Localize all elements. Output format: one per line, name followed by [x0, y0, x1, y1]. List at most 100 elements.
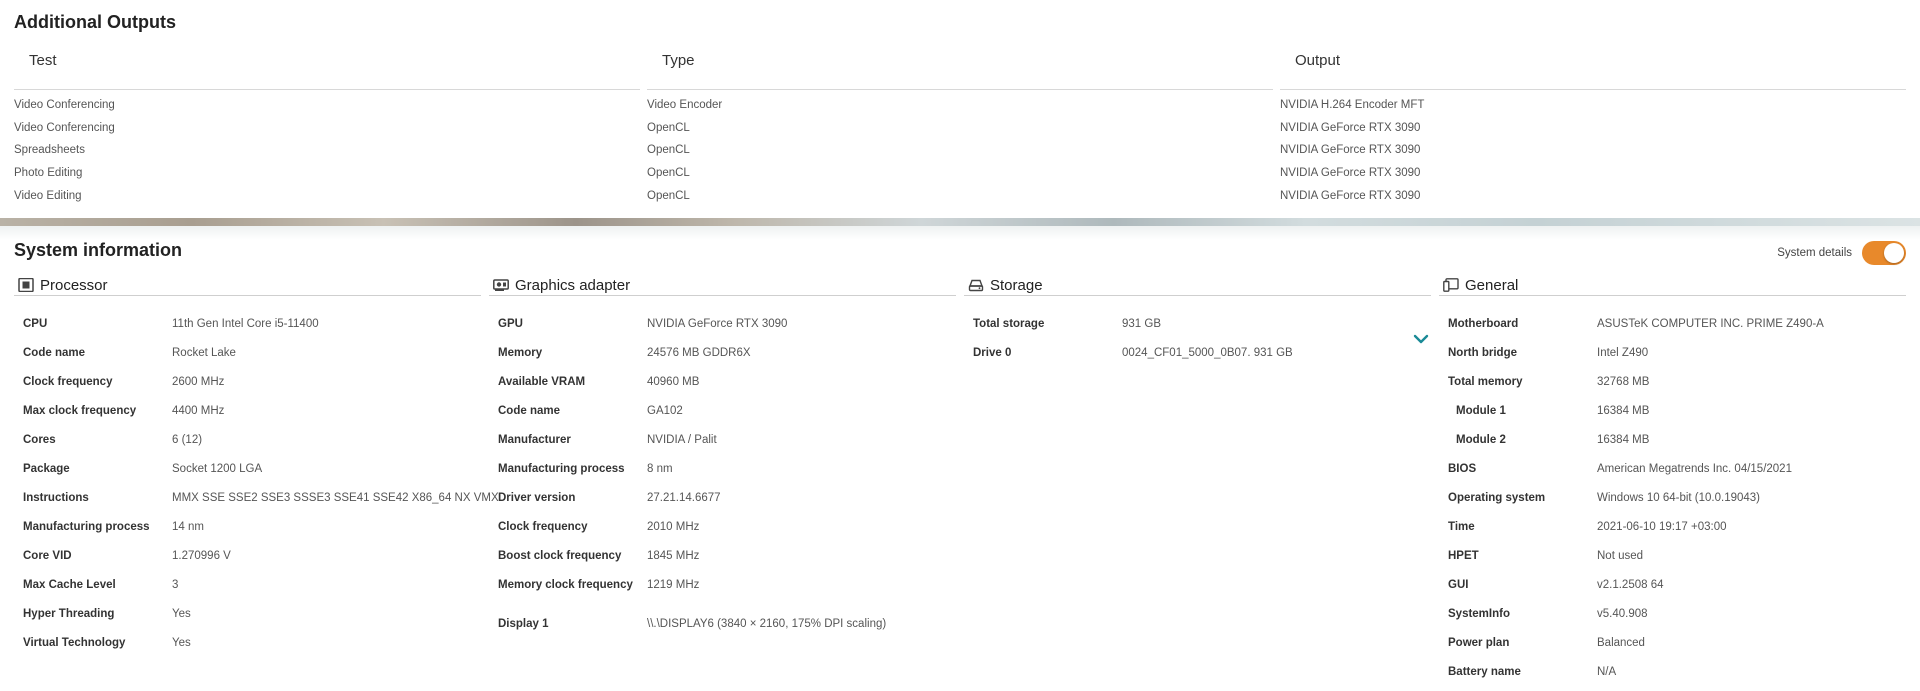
property-value: 8 nm: [647, 463, 673, 475]
cpu-icon: [18, 278, 34, 292]
property-label: Memory clock frequency: [498, 579, 633, 591]
property-label: Code name: [23, 347, 85, 359]
cell-type: OpenCL: [647, 122, 690, 134]
property-value: American Megatrends Inc. 04/15/2021: [1597, 463, 1792, 475]
property-label: Boost clock frequency: [498, 550, 622, 562]
processor-panel: Processor CPU 11th Gen Intel Core i5-1140…: [14, 276, 499, 649]
property-value: Not used: [1597, 550, 1644, 562]
property-label: Core VID: [23, 550, 72, 562]
general-title: General: [1465, 277, 1519, 294]
property-value: Yes: [172, 608, 191, 620]
property-value: Yes: [172, 637, 191, 649]
property-label: GUI: [1448, 579, 1469, 591]
property-label: Code name: [498, 405, 560, 417]
general-header: General: [1439, 276, 1906, 296]
additional-outputs-section: Additional Outputs Test Type Output Vide…: [0, 0, 1920, 218]
general-panel: General Motherboard ASUSTeK COMPUTER INC.…: [1439, 276, 1906, 678]
property-value: ASUSTeK COMPUTER INC. PRIME Z490-A: [1597, 318, 1824, 330]
table-row: Photo Editing OpenCL NVIDIA GeForce RTX …: [0, 163, 1920, 185]
additional-outputs-title: Additional Outputs: [14, 12, 176, 32]
property-value: 14 nm: [172, 521, 204, 533]
cell-test: Video Conferencing: [14, 99, 115, 111]
property-value: Socket 1200 LGA: [172, 463, 263, 475]
toggle-knob: [1884, 243, 1904, 263]
property-value: v2.1.2508 64: [1597, 579, 1664, 591]
property-value: Windows 10 64-bit (10.0.19043): [1597, 492, 1761, 504]
cell-test: Spreadsheets: [14, 144, 85, 156]
property-label: Battery name: [1448, 666, 1521, 678]
property-label: Drive 0: [973, 347, 1012, 359]
property-label: Manufacturing process: [498, 463, 625, 475]
property-value: 2600 MHz: [172, 376, 225, 388]
cell-output: NVIDIA GeForce RTX 3090: [1280, 167, 1421, 179]
cell-output: NVIDIA GeForce RTX 3090: [1280, 122, 1421, 134]
property-label: Module 2: [1456, 434, 1506, 446]
property-label: Driver version: [498, 492, 576, 504]
property-label: Instructions: [23, 492, 89, 504]
property-label: Total memory: [1448, 376, 1523, 388]
graphics-adapter-title: Graphics adapter: [515, 277, 631, 294]
property-label: Hyper Threading: [23, 608, 115, 620]
system-details-control: System details: [1777, 241, 1906, 265]
property-label: Clock frequency: [498, 521, 588, 533]
property-label: Virtual Technology: [23, 637, 126, 649]
property-label: GPU: [498, 318, 523, 330]
cell-type: OpenCL: [647, 167, 690, 179]
property-label: Package: [23, 463, 70, 475]
property-value: 1845 MHz: [647, 550, 700, 562]
cell-output: NVIDIA H.264 Encoder MFT: [1280, 99, 1425, 111]
property-value: 2010 MHz: [647, 521, 700, 533]
property-value: 11th Gen Intel Core i5-11400: [172, 318, 319, 330]
property-value: N/A: [1597, 666, 1617, 678]
cell-output: NVIDIA GeForce RTX 3090: [1280, 144, 1421, 156]
cell-test: Video Editing: [14, 190, 82, 202]
property-value: 16384 MB: [1597, 434, 1650, 446]
cell-type: Video Encoder: [647, 99, 723, 111]
property-label: Time: [1448, 521, 1475, 533]
property-value: GA102: [647, 405, 683, 417]
property-value: Intel Z490: [1597, 347, 1649, 359]
gpu-icon: [493, 279, 509, 291]
property-value: 40960 MB: [647, 376, 700, 388]
property-label: SystemInfo: [1448, 608, 1510, 620]
property-label: Power plan: [1448, 637, 1510, 649]
property-value: 4400 MHz: [172, 405, 225, 417]
property-value: MMX SSE SSE2 SSE3 SSSE3 SSE41 SSE42 X86_…: [172, 492, 499, 504]
table-row: Spreadsheets OpenCL NVIDIA GeForce RTX 3…: [0, 140, 1920, 162]
table-row: Video Editing OpenCL NVIDIA GeForce RTX …: [0, 186, 1920, 208]
cell-output: NVIDIA GeForce RTX 3090: [1280, 190, 1421, 202]
property-label: Memory: [498, 347, 543, 359]
property-value: 1.270996 V: [172, 550, 231, 562]
header-divider: [1280, 89, 1906, 90]
property-value: 16384 MB: [1597, 405, 1650, 417]
column-header-output: Output: [1295, 52, 1341, 69]
system-information-title: System information: [14, 240, 183, 260]
property-value: \\.\DISPLAY6 (3840 × 2160, 175% DPI scal…: [647, 618, 887, 630]
property-label: Total storage: [973, 318, 1045, 330]
property-value: 27.21.14.6677: [647, 492, 721, 504]
table-row: Video Conferencing OpenCL NVIDIA GeForce…: [0, 118, 1920, 140]
property-label: Cores: [23, 434, 56, 446]
property-value: 931 GB: [1122, 318, 1161, 330]
property-value: 3: [172, 579, 179, 591]
system-details-toggle[interactable]: [1862, 241, 1906, 265]
header-divider: [14, 89, 640, 90]
property-value: v5.40.908: [1597, 608, 1648, 620]
cell-type: OpenCL: [647, 190, 690, 202]
property-label: Max Cache Level: [23, 579, 116, 591]
property-value: 2021-06-10 19:17 +03:00: [1597, 521, 1727, 533]
header-divider: [647, 89, 1273, 90]
property-label: BIOS: [1448, 463, 1477, 475]
graphics-adapter-panel: Graphics adapter GPU NVIDIA GeForce RTX 3…: [489, 276, 956, 630]
property-value: 0024_CF01_5000_0B07. 931 GB: [1122, 347, 1293, 359]
cell-test: Photo Editing: [14, 167, 83, 179]
storage-panel: Storage Total storage 931 GB Drive 0 0024_C…: [964, 276, 1431, 359]
property-value: 1219 MHz: [647, 579, 700, 591]
chevron-down-icon[interactable]: [1412, 333, 1430, 345]
property-value: Balanced: [1597, 637, 1645, 649]
general-icon: [1443, 278, 1459, 292]
property-label: Max clock frequency: [23, 405, 137, 417]
processor-title: Processor: [40, 277, 108, 294]
property-value: Rocket Lake: [172, 347, 236, 359]
column-header-type: Type: [662, 52, 695, 69]
